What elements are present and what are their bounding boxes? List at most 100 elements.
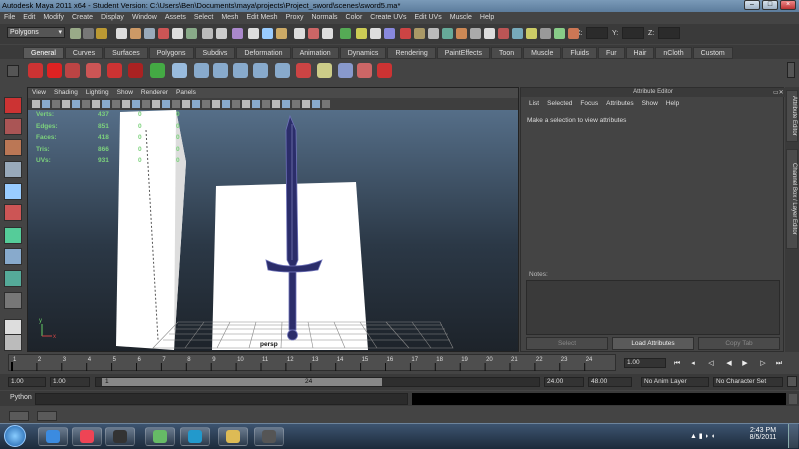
tray-icons[interactable]: ▲ ▮ ◗ ◖ bbox=[690, 432, 715, 440]
status-tool-icon[interactable] bbox=[186, 28, 197, 39]
shelf-tab[interactable]: nCloth bbox=[655, 47, 692, 59]
status-tool-icon[interactable] bbox=[512, 28, 523, 39]
help-line-icon-1[interactable] bbox=[9, 411, 29, 421]
shelf-tab[interactable]: PaintEffects bbox=[436, 47, 490, 59]
viewport-panel[interactable]: View Shading Lighting Show Renderer Panels y … bbox=[27, 87, 519, 352]
status-tool-icon[interactable] bbox=[484, 28, 495, 39]
playback-button[interactable]: ▷ bbox=[756, 358, 770, 369]
close-button[interactable]: × bbox=[780, 0, 796, 10]
menu-item[interactable]: Window bbox=[128, 12, 161, 24]
attribute-editor-tab[interactable]: Attribute Editor bbox=[786, 90, 798, 142]
menu-item[interactable]: Proxy bbox=[282, 12, 308, 24]
status-tool-icon[interactable] bbox=[384, 28, 395, 39]
viewport-toolbar-icon[interactable] bbox=[92, 100, 100, 108]
status-tool-icon[interactable] bbox=[144, 28, 155, 39]
status-tool-icon[interactable] bbox=[116, 28, 127, 39]
taskbar-app-button[interactable] bbox=[105, 427, 135, 446]
viewport-toolbar-icon[interactable] bbox=[112, 100, 120, 108]
viewport-menu-item[interactable]: Renderer bbox=[137, 88, 172, 98]
y-field[interactable] bbox=[622, 27, 644, 39]
tool-button[interactable] bbox=[4, 227, 22, 244]
shelf-tool-icon[interactable] bbox=[338, 63, 353, 78]
shelf-tool-icon[interactable] bbox=[317, 63, 332, 78]
status-tool-icon[interactable] bbox=[83, 28, 94, 39]
tool-button[interactable] bbox=[4, 161, 22, 178]
attribute-button-2[interactable]: Copy Tab bbox=[698, 337, 780, 350]
viewport-toolbar-icon[interactable] bbox=[152, 100, 160, 108]
viewport-toolbar-icon[interactable] bbox=[72, 100, 80, 108]
attribute-menu-item[interactable]: Help bbox=[662, 100, 683, 107]
menu-item[interactable]: Mesh bbox=[217, 12, 242, 24]
shelf-tool-icon[interactable] bbox=[28, 63, 43, 78]
menu-item[interactable]: Assets bbox=[161, 12, 190, 24]
tool-button[interactable] bbox=[4, 139, 22, 156]
menu-item[interactable]: Normals bbox=[307, 12, 341, 24]
shelf-tab[interactable]: Curves bbox=[64, 47, 104, 59]
help-line-icon-2[interactable] bbox=[37, 411, 57, 421]
status-tool-icon[interactable] bbox=[400, 28, 411, 39]
shelf-tool-icon[interactable] bbox=[213, 63, 228, 78]
taskbar-app-button[interactable] bbox=[218, 427, 248, 446]
viewport-toolbar-icon[interactable] bbox=[292, 100, 300, 108]
shelf-tab[interactable]: Subdivs bbox=[194, 47, 236, 59]
start-time-field[interactable]: 1.00 bbox=[8, 377, 46, 387]
playback-end-field[interactable]: 24.00 bbox=[544, 377, 584, 387]
viewport-toolbar-icon[interactable] bbox=[262, 100, 270, 108]
menu-item[interactable]: Select bbox=[190, 12, 217, 24]
attribute-menu-item[interactable]: Attributes bbox=[602, 100, 637, 107]
viewport-toolbar-icon[interactable] bbox=[162, 100, 170, 108]
menu-item[interactable]: Create UVs bbox=[366, 12, 410, 24]
menu-item[interactable]: Color bbox=[342, 12, 367, 24]
shelf-tab[interactable]: Fluids bbox=[562, 47, 598, 59]
viewport-toolbar-icon[interactable] bbox=[212, 100, 220, 108]
attribute-menu-item[interactable]: Selected bbox=[543, 100, 576, 107]
shelf-tool-icon[interactable] bbox=[275, 63, 290, 78]
status-tool-icon[interactable] bbox=[248, 28, 259, 39]
shelf-tab[interactable]: Deformation bbox=[236, 47, 291, 59]
shelf-tool-icon[interactable] bbox=[233, 63, 248, 78]
notes-field[interactable] bbox=[526, 280, 780, 335]
status-tool-icon[interactable] bbox=[308, 28, 319, 39]
status-tool-icon[interactable] bbox=[470, 28, 481, 39]
shelf-tool-icon[interactable] bbox=[65, 63, 80, 78]
shelf-tab[interactable]: General bbox=[23, 47, 64, 59]
viewport-toolbar-icon[interactable] bbox=[62, 100, 70, 108]
current-time-field[interactable]: 1.00 bbox=[624, 358, 666, 368]
taskbar-app-button[interactable] bbox=[180, 427, 210, 446]
minimize-button[interactable]: – bbox=[744, 0, 760, 10]
shelf-tool-icon[interactable] bbox=[172, 63, 187, 78]
viewport-toolbar-icon[interactable] bbox=[232, 100, 240, 108]
attribute-menu-item[interactable]: Focus bbox=[576, 100, 602, 107]
status-tool-icon[interactable] bbox=[130, 28, 141, 39]
menu-item[interactable]: Help bbox=[476, 12, 498, 24]
viewport-toolbar-icon[interactable] bbox=[182, 100, 190, 108]
shelf-tab[interactable]: Fur bbox=[598, 47, 625, 59]
shelf-tab[interactable]: Rendering bbox=[387, 47, 436, 59]
taskbar-app-button[interactable] bbox=[72, 427, 102, 446]
shelf-tool-icon[interactable] bbox=[47, 63, 62, 78]
menu-item[interactable]: Display bbox=[97, 12, 128, 24]
character-set-selector[interactable]: No Character Set bbox=[713, 377, 783, 387]
viewport-toolbar-icon[interactable] bbox=[282, 100, 290, 108]
viewport-menu-item[interactable]: Lighting bbox=[82, 88, 113, 98]
status-tool-icon[interactable] bbox=[554, 28, 565, 39]
status-tool-icon[interactable] bbox=[414, 28, 425, 39]
command-language-label[interactable]: Python bbox=[10, 394, 32, 401]
viewport-toolbar-icon[interactable] bbox=[172, 100, 180, 108]
show-desktop-button[interactable] bbox=[788, 424, 798, 448]
shelf-tab[interactable]: Polygons bbox=[148, 47, 194, 59]
channel-box-tab[interactable]: Channel Box / Layer Editor bbox=[786, 149, 798, 249]
status-tool-icon[interactable] bbox=[70, 28, 81, 39]
viewport-toolbar-icon[interactable] bbox=[102, 100, 110, 108]
shelf-tab[interactable]: Custom bbox=[692, 47, 733, 59]
attribute-menu-item[interactable]: List bbox=[525, 100, 543, 107]
shelf-scroll-icon[interactable] bbox=[787, 62, 795, 78]
current-time-marker[interactable] bbox=[11, 362, 13, 371]
x-field[interactable] bbox=[586, 27, 608, 39]
menu-item[interactable]: Edit UVs bbox=[410, 12, 445, 24]
status-tool-icon[interactable] bbox=[428, 28, 439, 39]
shelf-tab[interactable]: Muscle bbox=[523, 47, 562, 59]
status-tool-icon[interactable] bbox=[442, 28, 453, 39]
viewport-menu-item[interactable]: Shading bbox=[50, 88, 82, 98]
end-time-field[interactable]: 48.00 bbox=[588, 377, 632, 387]
